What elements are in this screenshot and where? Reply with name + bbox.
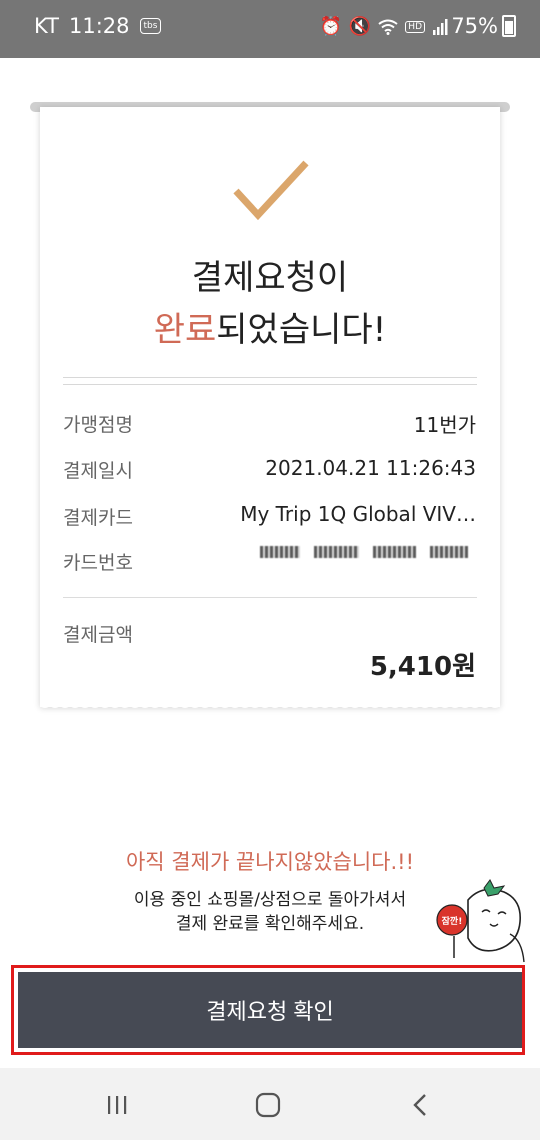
app-badge-icon: tbs <box>139 18 162 34</box>
merchant-label: 가맹점명 <box>63 414 133 436</box>
alarm-icon: ⏰ <box>319 16 342 37</box>
battery-percent: 75% <box>451 14 498 38</box>
card-number-redacted <box>260 546 468 560</box>
android-nav-bar <box>0 1068 540 1140</box>
title-rest: 되었습니다! <box>216 310 387 350</box>
divider <box>63 377 477 385</box>
datetime-value: 2021.04.21 11:26:43 <box>265 456 476 480</box>
datetime-label: 결제일시 <box>63 460 133 482</box>
page-subtitle: 완료되었습니다! <box>40 302 500 351</box>
status-bar: KT 11:28 tbs ⏰ 🔇 HD 75% <box>0 0 540 58</box>
receipt-zigzag-edge <box>40 700 500 708</box>
wifi-icon <box>378 19 398 35</box>
mascot-illustration: 잠깐! <box>436 879 525 963</box>
mascot-sign-text: 잠깐! <box>442 915 463 927</box>
back-button[interactable] <box>400 1090 440 1120</box>
home-icon <box>255 1092 281 1118</box>
recent-apps-button[interactable] <box>97 1090 137 1120</box>
signal-icon <box>433 18 448 35</box>
divider <box>63 597 477 598</box>
card-label: 결제카드 <box>63 507 133 529</box>
amount-value: 5,410원 <box>369 652 476 682</box>
title-accent: 완료 <box>153 310 217 350</box>
merchant-value: 11번가 <box>413 413 476 437</box>
recent-apps-icon <box>108 1096 127 1114</box>
page-title: 결제요청이 <box>191 258 349 298</box>
hd-icon: HD <box>405 20 425 33</box>
clock: 11:28 <box>68 14 130 38</box>
card-value: My Trip 1Q Global VIV… <box>240 502 476 526</box>
amount-label: 결제금액 <box>63 624 133 646</box>
check-icon <box>233 160 309 221</box>
battery-icon <box>502 15 516 37</box>
notice-headline: 아직 결제가 끝나지않았습니다.!! <box>125 850 415 874</box>
card-number-label: 카드번호 <box>63 552 133 574</box>
home-button[interactable] <box>248 1090 288 1120</box>
mute-icon: 🔇 <box>348 16 372 37</box>
confirm-payment-button[interactable]: 결제요청 확인 <box>18 972 522 1048</box>
carrier: KT <box>34 14 59 38</box>
back-icon <box>413 1094 426 1116</box>
